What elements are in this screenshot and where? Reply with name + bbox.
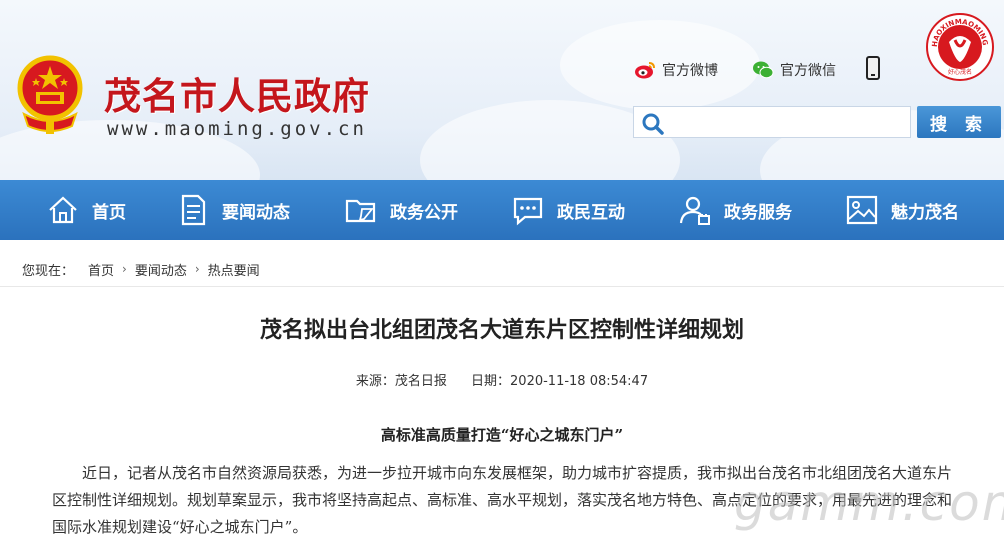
search-icon[interactable] [642,113,664,135]
user-service-icon [679,196,710,225]
nav-item-gov-affairs[interactable]: 政务公开 [344,180,458,240]
nav-label: 政务服务 [724,202,792,223]
nav-item-services[interactable]: 政务服务 [678,180,792,240]
article-source: 来源：茂名日报 [355,374,447,389]
document-icon [181,194,206,226]
national-emblem-icon[interactable] [14,54,86,140]
weibo-label: 官方微博 [662,63,718,79]
breadcrumb-item[interactable]: 热点要闻 [208,260,260,279]
site-url: www.maoming.gov.cn [107,118,367,140]
weibo-icon [635,62,655,79]
breadcrumb-prefix: 您现在： [22,263,75,279]
mobile-phone-icon[interactable] [866,56,880,80]
folder-icon [345,199,376,223]
main-nav: 首页 要闻动态 政务公开 政民互动 政务服务 魅力茂名 [0,180,1004,240]
nav-item-interaction[interactable]: 政民互动 [511,180,625,240]
search-input[interactable] [670,109,906,135]
haoxin-maoming-logo[interactable]: HAOXINMAOMING 好心茂名 [925,12,995,82]
wechat-link[interactable]: 官方微信 [752,58,836,82]
nav-item-news[interactable]: 要闻动态 [176,180,290,240]
breadcrumb: 您现在： 首页 › 要闻动态 › 热点要闻 [22,258,260,280]
article-title: 茂名拟出台北组团茂名大道东片区控制性详细规划 [259,318,744,343]
watermark: gamm.com [734,474,1004,532]
picture-icon [846,195,878,225]
home-icon [49,196,77,224]
article-date: 日期：2020-11-18 08:54:47 [471,374,649,389]
nav-item-home[interactable]: 首页 [46,180,126,240]
wechat-label: 官方微信 [780,63,836,79]
article-meta: 来源：茂名日报 日期：2020-11-18 08:54:47 [0,370,1004,389]
weibo-link[interactable]: 官方微博 [634,58,718,82]
chat-icon [513,197,543,226]
breadcrumb-item[interactable]: 首页 [88,260,114,279]
nav-label: 要闻动态 [222,202,290,223]
divider [0,286,1004,287]
article-subheading: 高标准高质量打造“好心之城东门户” [380,426,624,444]
site-header: 茂名市人民政府 www.maoming.gov.cn 官方微博 官方微信 HAO… [0,0,1004,180]
nav-label: 首页 [92,202,126,223]
nav-label: 政务公开 [390,202,458,223]
nav-label: 政民互动 [557,202,625,223]
nav-label: 魅力茂名 [891,202,959,223]
search-button[interactable]: 搜 索 [917,106,1001,138]
chevron-right-icon: › [194,262,200,276]
chevron-right-icon: › [122,262,127,276]
seal-caption: 好心茂名 [948,68,972,76]
site-title[interactable]: 茂名市人民政府 [104,66,370,120]
breadcrumb-item[interactable]: 要闻动态 [135,260,187,279]
nav-item-charm[interactable]: 魅力茂名 [845,180,959,240]
search-box [633,106,911,138]
wechat-icon [753,61,774,79]
